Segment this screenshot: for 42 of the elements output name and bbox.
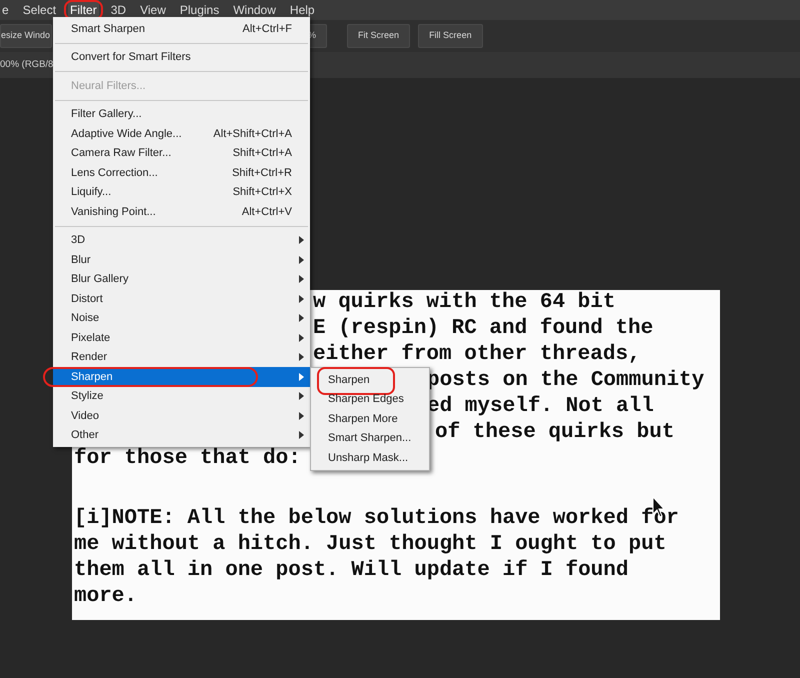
- document-tab[interactable]: 00% (RGB/8: [0, 58, 54, 72]
- menu-item[interactable]: 3D: [53, 230, 310, 250]
- option-button[interactable]: Fill Screen: [418, 24, 483, 48]
- document-text-line: for those that do:: [74, 447, 301, 470]
- menu-bar-item[interactable]: Help: [288, 0, 317, 20]
- submenu-item[interactable]: Sharpen Edges: [311, 390, 429, 409]
- menu-item[interactable]: Render: [53, 348, 310, 367]
- menu-item[interactable]: Adaptive Wide Angle... Alt+Shift+Ctrl+A: [53, 124, 310, 144]
- menu-item[interactable]: Camera Raw Filter... Shift+Ctrl+A: [53, 144, 310, 163]
- menu-item[interactable]: Blur: [53, 250, 310, 270]
- menu-item[interactable]: Noise: [53, 308, 310, 328]
- submenu-item[interactable]: Unsharp Mask...: [311, 448, 429, 468]
- menu-item[interactable]: Pixelate: [53, 328, 310, 348]
- menu-bar-item[interactable]: Window: [231, 0, 278, 20]
- submenu-item[interactable]: Smart Sharpen...: [311, 428, 429, 448]
- document-text-line: me without a hitch. Just thought I ought to put: [74, 533, 666, 556]
- menu-bar-item[interactable]: View: [138, 0, 168, 20]
- menu-item[interactable]: Vanishing Point... Alt+Ctrl+V: [53, 202, 310, 222]
- menu-item[interactable]: Distort: [53, 289, 310, 308]
- menu-item[interactable]: Liquify... Shift+Ctrl+X: [53, 182, 310, 202]
- menu-item[interactable]: Blur Gallery: [53, 270, 310, 289]
- document-text-line: them all in one post. Will update if I found: [74, 559, 628, 582]
- menu-item[interactable]: Stylize: [53, 386, 310, 406]
- document-text-line: w quirks with the 64 bit: [313, 291, 616, 314]
- menu-item[interactable]: Lens Correction... Shift+Ctrl+R: [53, 163, 310, 182]
- submenu-item[interactable]: Sharpen More: [311, 409, 429, 428]
- document-text-line: more.: [74, 585, 138, 608]
- option-button[interactable]: Fit Screen: [347, 24, 410, 48]
- menu-bar-item[interactable]: Plugins: [178, 0, 222, 20]
- option-button[interactable]: esize Windo: [0, 24, 52, 48]
- menu-item[interactable]: Video: [53, 406, 310, 426]
- menu-bar-item[interactable]: 3D: [108, 0, 128, 20]
- menu-bar-item[interactable]: e: [0, 0, 11, 20]
- menu-bar-item[interactable]: Select: [20, 0, 58, 20]
- menu-item[interactable]: Convert for Smart Filters: [53, 48, 310, 67]
- submenu-item[interactable]: Sharpen: [311, 370, 429, 390]
- document-text-line: of these quirks but: [435, 421, 674, 444]
- document-text-line: [i]NOTE: All the below solutions have worked for: [74, 507, 679, 530]
- document-text-line: E (respin) RC and found the: [313, 317, 654, 340]
- document-text-line: either from other threads,: [313, 343, 641, 366]
- menu-item[interactable]: Other: [53, 426, 310, 445]
- menu-item[interactable]: Filter Gallery...: [53, 104, 310, 124]
